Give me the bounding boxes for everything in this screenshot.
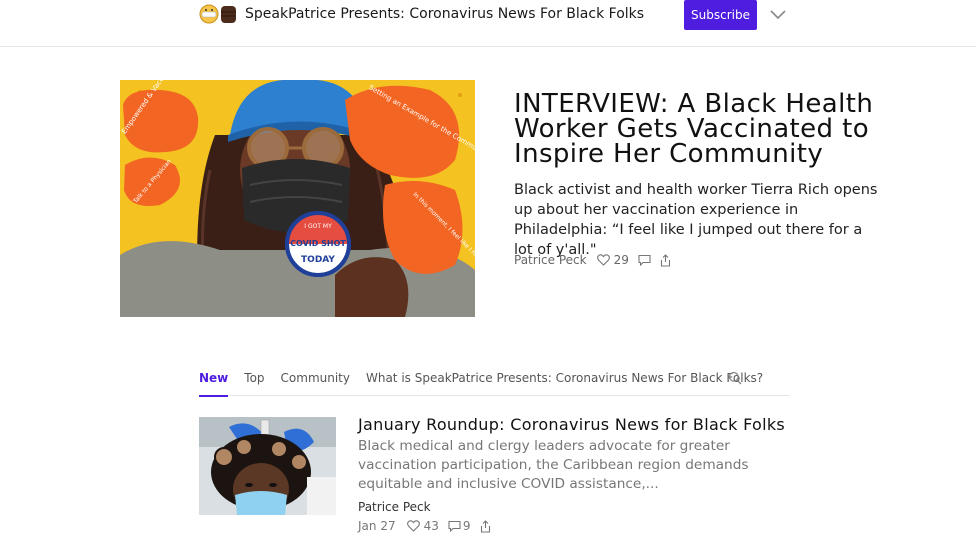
- top-bar: SpeakPatrice Presents: Coronavirus News …: [0, 0, 976, 47]
- featured-author[interactable]: Patrice Peck: [514, 253, 587, 267]
- comment-icon: [448, 520, 461, 532]
- post-thumbnail[interactable]: [199, 417, 336, 515]
- tab-new[interactable]: New: [199, 368, 229, 397]
- publication-logo-icon[interactable]: [199, 3, 239, 25]
- search-icon[interactable]: [728, 371, 742, 385]
- like-count: 29: [613, 253, 629, 267]
- share-button[interactable]: [660, 253, 671, 267]
- button-text-mid: COVID SHOT: [290, 239, 346, 248]
- share-icon: [480, 519, 490, 533]
- heart-icon: [406, 520, 420, 532]
- post-author[interactable]: Patrice Peck: [358, 500, 431, 514]
- post-meta: Jan 27 43 9: [358, 519, 500, 533]
- post-tabs: New Top Community What is SpeakPatrice P…: [199, 368, 790, 397]
- post-title[interactable]: January Roundup: Coronavirus News for Bl…: [358, 415, 785, 434]
- post-date: Jan 27: [358, 519, 396, 533]
- featured-post-meta: Patrice Peck 29: [514, 252, 680, 268]
- tab-top[interactable]: Top: [244, 368, 264, 396]
- chevron-down-icon[interactable]: [770, 8, 786, 20]
- featured-post-title[interactable]: INTERVIEW: A Black Health Worker Gets Va…: [514, 91, 874, 167]
- button-text-bot: TODAY: [301, 255, 335, 265]
- comment-button[interactable]: [638, 254, 651, 266]
- post-excerpt: Black medical and clergy leaders advocat…: [358, 438, 749, 492]
- post-comment-button[interactable]: 9: [448, 519, 471, 533]
- subscribe-button[interactable]: Subscribe: [684, 0, 757, 30]
- vaccine-photo: [199, 417, 336, 515]
- tab-about[interactable]: What is SpeakPatrice Presents: Coronavir…: [366, 368, 763, 396]
- vaccination-illustration: I GOT MY COVID SHOT TODAY Empowered & Va…: [120, 80, 475, 317]
- share-icon: [660, 253, 670, 267]
- featured-post-image[interactable]: I GOT MY COVID SHOT TODAY Empowered & Va…: [120, 80, 475, 317]
- button-text-top: I GOT MY: [304, 223, 332, 230]
- tab-community[interactable]: Community: [281, 368, 350, 396]
- featured-post-subtitle: Black activist and health worker Tierra …: [514, 182, 878, 258]
- heart-icon: [596, 254, 610, 266]
- comment-icon: [638, 254, 651, 266]
- post-like-count: 43: [423, 519, 439, 533]
- like-button[interactable]: 29: [596, 253, 629, 267]
- post-comment-count: 9: [462, 519, 471, 533]
- post-like-button[interactable]: 43: [406, 519, 439, 533]
- post-share-button[interactable]: [480, 519, 491, 533]
- publication-title[interactable]: SpeakPatrice Presents: Coronavirus News …: [245, 6, 644, 22]
